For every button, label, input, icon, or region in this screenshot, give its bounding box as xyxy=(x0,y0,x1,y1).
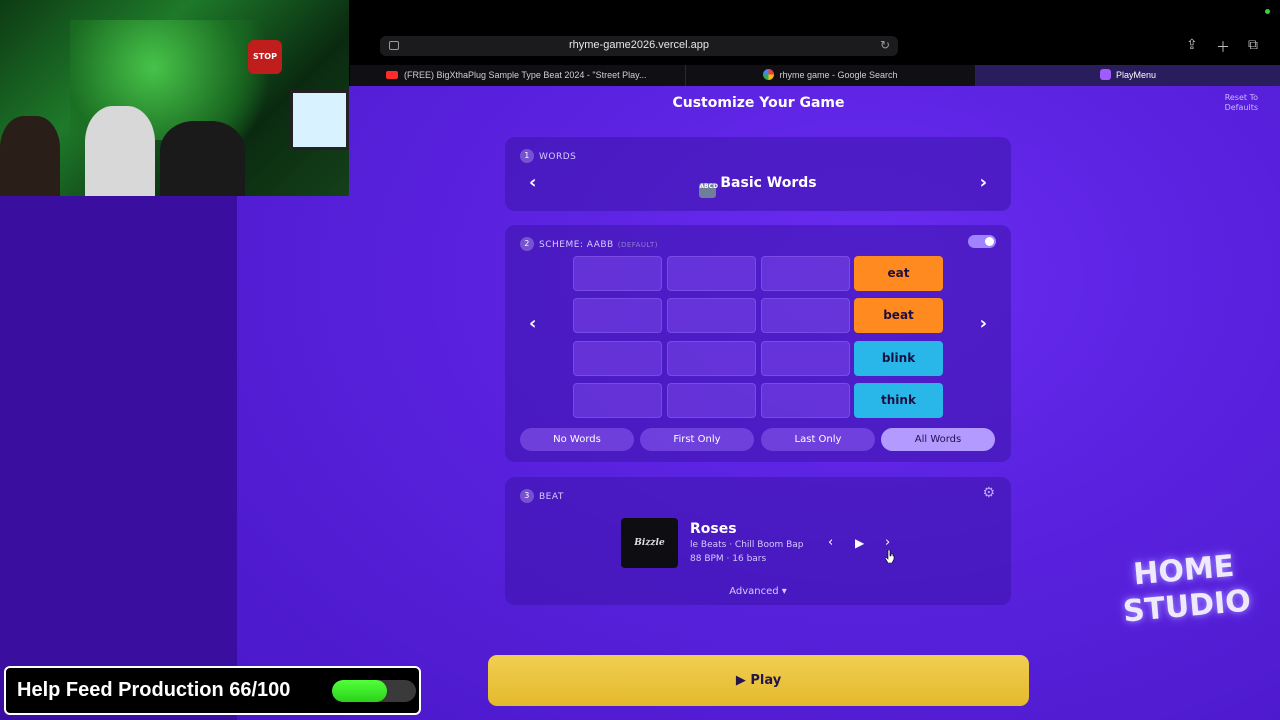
browser-toolbar: rhyme-game2026.vercel.app ↻ ⇪ ＋ ⧉ xyxy=(350,0,1280,65)
section-label-text: WORDS xyxy=(539,152,577,162)
words-next-arrow[interactable]: › xyxy=(980,172,987,193)
scheme-toggle[interactable] xyxy=(968,235,996,248)
grid-cell xyxy=(573,256,662,291)
tab-youtube[interactable]: (FREE) BigXthaPlug Sample Type Beat 2024… xyxy=(366,65,686,86)
words-title: ABCD Basic Words xyxy=(505,175,1011,198)
address-bar[interactable]: rhyme-game2026.vercel.app ↻ xyxy=(380,36,898,56)
grid-cell xyxy=(667,383,756,418)
grid-cell xyxy=(573,341,662,376)
streamer-person xyxy=(0,116,60,196)
beat-title: Roses xyxy=(690,521,737,537)
tab-overview-icon[interactable]: ⧉ xyxy=(1248,37,1258,53)
scheme-next-arrow[interactable]: › xyxy=(980,313,987,334)
grid-cell xyxy=(573,383,662,418)
page-title: Customize Your Game xyxy=(672,95,845,111)
donation-goal-text: Help Feed Production 66/100 xyxy=(17,679,291,701)
section-number: 2 xyxy=(520,237,534,251)
grid-cell xyxy=(667,256,756,291)
scheme-prev-arrow[interactable]: ‹ xyxy=(529,313,536,334)
option-first-only[interactable]: First Only xyxy=(640,428,754,451)
donation-progress-bar xyxy=(332,680,416,702)
play-label: Play xyxy=(750,673,782,688)
streamer-person xyxy=(160,121,245,196)
reset-defaults-button[interactable]: Reset To Defaults xyxy=(1208,93,1258,113)
gear-icon[interactable]: ⚙ xyxy=(982,485,995,501)
option-all-words[interactable]: All Words xyxy=(881,428,995,451)
grid-cell xyxy=(761,256,850,291)
google-icon xyxy=(763,69,775,80)
beat-section-label: 3 BEAT xyxy=(520,489,564,503)
tab-bar: (FREE) BigXthaPlug Sample Type Beat 2024… xyxy=(350,65,1280,86)
tab-google-search[interactable]: rhyme game - Google Search xyxy=(686,65,976,86)
grid-cell xyxy=(761,383,850,418)
play-beat-icon[interactable]: ▶ xyxy=(855,536,864,550)
advanced-toggle[interactable]: Advanced ▾ xyxy=(505,586,1011,597)
tab-label: PlayMenu xyxy=(1115,70,1157,80)
left-panel xyxy=(0,196,237,720)
rhyme-word-eat[interactable]: eat xyxy=(854,256,943,291)
album-art: Bizzle xyxy=(621,518,678,568)
share-icon[interactable]: ⇪ xyxy=(1186,37,1198,53)
section-sublabel: (DEFAULT) xyxy=(617,241,659,249)
option-no-words[interactable]: No Words xyxy=(520,428,634,451)
grid-cell xyxy=(761,298,850,333)
beat-card: 3 BEAT ⚙ Bizzle Roses le Beats · Chill Bo… xyxy=(505,477,1011,605)
rhyme-word-think[interactable]: think xyxy=(854,383,943,418)
play-button[interactable]: ▶ Play xyxy=(488,655,1029,706)
section-label-text: SCHEME: AABB xyxy=(539,240,614,250)
grid-cell xyxy=(667,341,756,376)
play-icon: ▶ xyxy=(735,673,746,688)
tab-playmenu[interactable]: PlayMenu xyxy=(976,65,1280,86)
section-number: 3 xyxy=(520,489,534,503)
youtube-icon xyxy=(386,71,398,79)
words-title-text: Basic Words xyxy=(720,175,817,191)
abcd-icon: ABCD xyxy=(699,183,718,198)
tab-label: (FREE) BigXthaPlug Sample Type Beat 2024… xyxy=(404,70,647,80)
scheme-section-label: 2 SCHEME: AABB (DEFAULT) xyxy=(520,237,658,251)
donation-goal-widget: Help Feed Production 66/100 xyxy=(4,666,421,715)
grid-cell xyxy=(573,298,662,333)
words-card: 1 WORDS ‹ ABCD Basic Words › xyxy=(505,137,1011,211)
streamer-person xyxy=(85,106,155,196)
new-tab-icon[interactable]: ＋ xyxy=(1216,37,1230,57)
prev-beat-icon[interactable]: ‹ xyxy=(828,535,833,550)
grid-cell xyxy=(761,341,850,376)
studio-logo-watermark: HOME STUDIO xyxy=(1121,548,1253,630)
section-number: 1 xyxy=(520,149,534,163)
reload-icon[interactable]: ↻ xyxy=(880,38,890,52)
option-last-only[interactable]: Last Only xyxy=(761,428,875,451)
webcam-feed: STOP xyxy=(0,0,349,196)
scheme-card: 2 SCHEME: AABB (DEFAULT) ‹ › eat beat blin… xyxy=(505,225,1011,462)
beat-bpm-bars: 88 BPM · 16 bars xyxy=(690,554,767,564)
grid-cell xyxy=(667,298,756,333)
beat-artist-genre: le Beats · Chill Boom Bap xyxy=(690,540,804,550)
stop-sign: STOP xyxy=(248,40,282,74)
hand-cursor-icon xyxy=(885,550,895,563)
section-label-text: BEAT xyxy=(539,492,564,502)
camera-indicator-icon xyxy=(1265,9,1270,14)
arcade-monitor xyxy=(290,90,349,150)
playmenu-icon xyxy=(1099,69,1111,80)
rhyme-word-blink[interactable]: blink xyxy=(854,341,943,376)
tab-label: rhyme game - Google Search xyxy=(779,70,898,80)
url-text: rhyme-game2026.vercel.app xyxy=(568,39,710,51)
rhyme-word-beat[interactable]: beat xyxy=(854,298,943,333)
words-section-label: 1 WORDS xyxy=(520,149,576,163)
donation-progress-fill xyxy=(332,680,388,702)
next-beat-icon[interactable]: › xyxy=(885,535,890,550)
